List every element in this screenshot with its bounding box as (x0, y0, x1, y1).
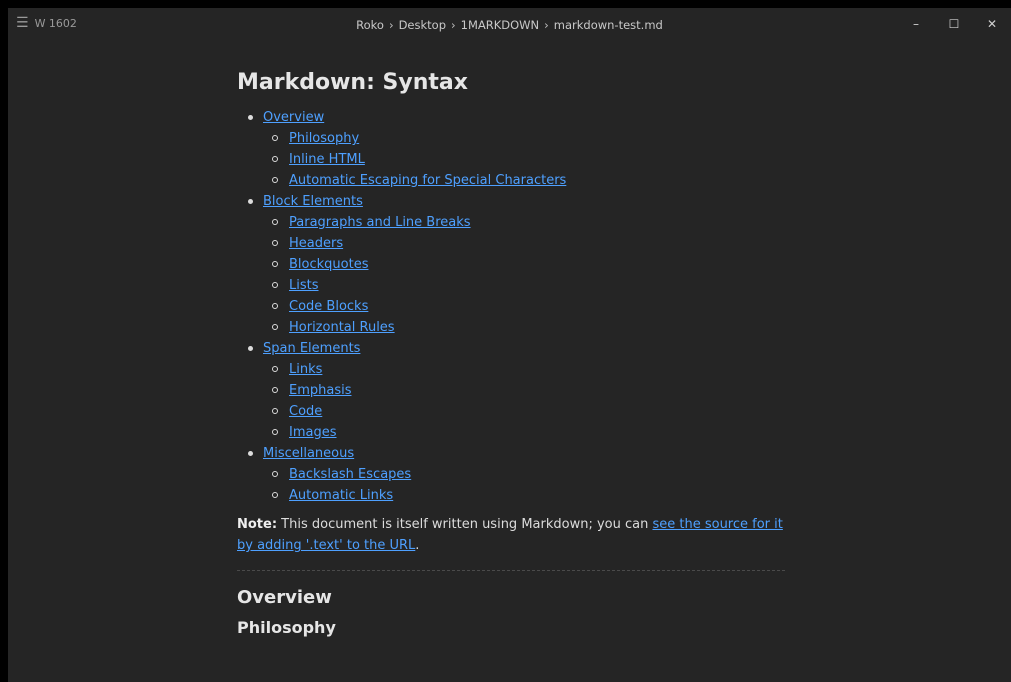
toc-link-span-elements[interactable]: Span Elements (263, 341, 360, 356)
toc-subitem: Horizontal Rules (263, 317, 797, 338)
chevron-right-icon: › (544, 18, 549, 32)
chevron-right-icon: › (388, 18, 394, 32)
toc-link-block-elements[interactable]: Block Elements (263, 194, 363, 209)
toc-subitem: Blockquotes (263, 254, 797, 275)
toc-sublist: Links Emphasis Code Images (263, 359, 797, 443)
toc-sublist: Backslash Escapes Automatic Links (263, 464, 797, 506)
window-controls: – ☐ ✕ (897, 8, 1011, 40)
toc-item: Overview Philosophy Inline HTML Automati… (237, 107, 797, 191)
toc-link[interactable]: Philosophy (289, 131, 359, 146)
horizontal-rule (237, 570, 785, 571)
close-button[interactable]: ✕ (973, 8, 1011, 40)
toc-link[interactable]: Lists (289, 278, 319, 293)
document-content: Markdown: Syntax Overview Philosophy Inl… (237, 70, 797, 637)
toc-subitem: Code (263, 401, 797, 422)
toc-link[interactable]: Code Blocks (289, 299, 368, 314)
note-paragraph: Note: This document is itself written us… (237, 514, 787, 556)
breadcrumb-item[interactable]: 1MARKDOWN (461, 18, 540, 32)
note-label: Note: (237, 517, 278, 532)
toc-subitem: Emphasis (263, 380, 797, 401)
toc-link[interactable]: Paragraphs and Line Breaks (289, 215, 471, 230)
page-title: Markdown: Syntax (237, 70, 468, 95)
breadcrumb-item[interactable]: Desktop (399, 18, 446, 32)
toc-link[interactable]: Images (289, 425, 337, 440)
breadcrumb-item[interactable]: markdown-test.md (554, 18, 663, 32)
toc-link[interactable]: Backslash Escapes (289, 467, 411, 482)
toc-link[interactable]: Inline HTML (289, 152, 365, 167)
chevron-right-icon: › (451, 18, 456, 32)
toc-link[interactable]: Code (289, 404, 322, 419)
toc-subitem: Automatic Escaping for Special Character… (263, 170, 797, 191)
title-bar: ☰ W 1602 Roko › Desktop › 1MARKDOWN › markdown… (8, 8, 1011, 44)
toc-item: Block Elements Paragraphs and Line Break… (237, 191, 797, 338)
toc-link[interactable]: Horizontal Rules (289, 320, 395, 335)
toc-subitem: Inline HTML (263, 149, 797, 170)
toc-subitem: Code Blocks (263, 296, 797, 317)
minimize-button[interactable]: – (897, 8, 935, 40)
toc-subitem: Paragraphs and Line Breaks (263, 212, 797, 233)
breadcrumb-item[interactable]: Roko (356, 18, 384, 32)
note-end: . (415, 538, 420, 553)
toc-subitem: Backslash Escapes (263, 464, 797, 485)
breadcrumb: Roko › Desktop › 1MARKDOWN › markdown-test.md (8, 18, 1011, 32)
toc-link[interactable]: Emphasis (289, 383, 352, 398)
note-text: This document is itself written using Ma… (277, 517, 653, 532)
toc-link[interactable]: Automatic Escaping for Special Character… (289, 173, 566, 188)
toc-link[interactable]: Links (289, 362, 322, 377)
table-of-contents: Overview Philosophy Inline HTML Automati… (237, 107, 797, 506)
app-window: ☰ W 1602 Roko › Desktop › 1MARKDOWN › markdown… (8, 8, 1011, 682)
toc-link[interactable]: Automatic Links (289, 488, 393, 503)
toc-subitem: Images (263, 422, 797, 443)
toc-link[interactable]: Headers (289, 236, 343, 251)
toc-subitem: Automatic Links (263, 485, 797, 506)
subsection-heading-philosophy: Philosophy (237, 618, 336, 637)
toc-link[interactable]: Blockquotes (289, 257, 368, 272)
toc-subitem: Links (263, 359, 797, 380)
toc-link-overview[interactable]: Overview (263, 110, 324, 125)
toc-subitem: Philosophy (263, 128, 797, 149)
section-heading-overview: Overview (237, 587, 332, 608)
toc-link-miscellaneous[interactable]: Miscellaneous (263, 446, 354, 461)
toc-subitem: Headers (263, 233, 797, 254)
toc-item: Miscellaneous Backslash Escapes Automati… (237, 443, 797, 506)
toc-sublist: Paragraphs and Line Breaks Headers Block… (263, 212, 797, 338)
toc-item: Span Elements Links Emphasis Code Images (237, 338, 797, 443)
toc-sublist: Philosophy Inline HTML Automatic Escapin… (263, 128, 797, 191)
maximize-button[interactable]: ☐ (935, 8, 973, 40)
toc-subitem: Lists (263, 275, 797, 296)
